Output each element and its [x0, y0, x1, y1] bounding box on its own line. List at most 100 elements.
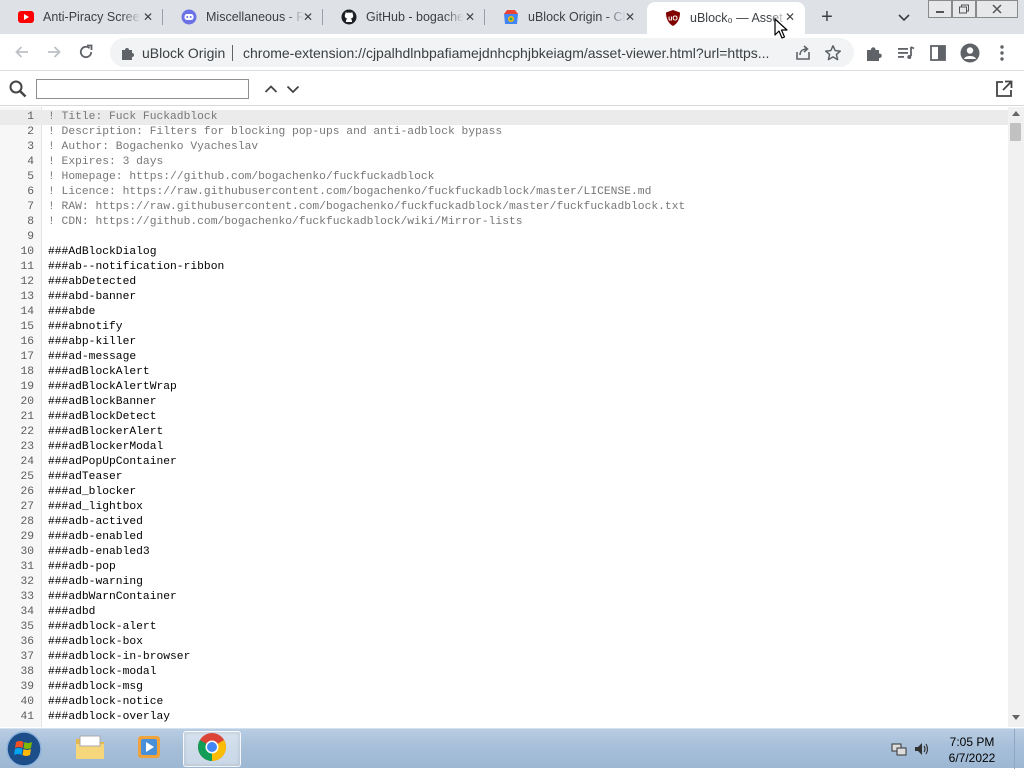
close-window-button[interactable]	[976, 0, 1018, 18]
tab-miscellaneous[interactable]: Miscellaneous - R ✕	[163, 0, 323, 34]
start-button[interactable]	[4, 730, 44, 768]
filter-rule: ###adBlockDetect	[48, 411, 157, 423]
taskbar-chrome[interactable]	[183, 731, 241, 767]
extensions-icon[interactable]	[864, 43, 884, 63]
open-in-new-tab-icon[interactable]	[994, 79, 1014, 99]
line-number: 22	[20, 426, 34, 438]
close-tab-icon[interactable]: ✕	[301, 10, 315, 24]
line-number: 29	[20, 531, 34, 543]
bookmark-star-icon[interactable]	[824, 44, 842, 62]
code-line: 15 ###abnotify	[0, 320, 1008, 335]
minimize-button[interactable]	[928, 0, 952, 18]
find-next-icon[interactable]	[285, 81, 301, 97]
filter-rule: ###ad_lightbox	[48, 501, 143, 513]
side-panel-icon[interactable]	[928, 43, 948, 63]
filter-rule: ###abp-killer	[48, 336, 137, 348]
close-tab-icon[interactable]: ✕	[463, 10, 477, 24]
code-line: 28 ###adb-actived	[0, 515, 1008, 530]
tab-ublock-webstore[interactable]: uBlock Origin - Ch ✕	[485, 0, 645, 34]
scroll-up-arrow-icon[interactable]	[1012, 110, 1020, 116]
code-comment: ! Description: Filters for blocking pop-…	[48, 126, 503, 138]
tab-github[interactable]: GitHub - bogache ✕	[323, 0, 485, 34]
url-text[interactable]: chrome-extension://cjpalhdlnbpafiamejdnh…	[243, 45, 778, 61]
site-label: uBlock Origin	[142, 45, 226, 61]
code-line: 5 ! Homepage: https://github.com/bogachen…	[0, 170, 1008, 185]
profile-avatar[interactable]	[960, 43, 980, 63]
volume-icon[interactable]	[914, 741, 930, 757]
new-tab-button[interactable]: +	[817, 7, 837, 27]
code-line: 30 ###adb-enabled3	[0, 545, 1008, 560]
filter-rule: ###ab--notification-ribbon	[48, 261, 225, 273]
search-input[interactable]	[36, 79, 249, 99]
reload-button[interactable]	[76, 42, 96, 62]
filter-rule: ###adb-warning	[48, 576, 143, 588]
filter-rule: ###ad-message	[48, 351, 137, 363]
filter-rule: ###adbd	[48, 606, 96, 618]
code-line: 26 ###ad_blocker	[0, 485, 1008, 500]
media-player-icon	[135, 733, 165, 766]
line-number: 4	[27, 156, 34, 168]
puzzle-icon	[120, 45, 136, 61]
address-bar[interactable]: uBlock Origin chrome-extension://cjpalhd…	[110, 38, 854, 67]
search-icon[interactable]	[8, 79, 28, 99]
tab-strip: Anti-Piracy Screen ✕ Miscellaneous - R ✕…	[0, 0, 1024, 34]
code-line: 11 ###ab--notification-ribbon	[0, 260, 1008, 275]
code-line: 20 ###adBlockBanner	[0, 395, 1008, 410]
line-number: 40	[20, 696, 34, 708]
line-number: 6	[27, 186, 34, 198]
system-clock[interactable]: 7:05 PM 6/7/2022	[936, 734, 1008, 766]
back-button[interactable]	[12, 42, 32, 62]
scroll-down-arrow-icon[interactable]	[1012, 715, 1020, 721]
line-number: 11	[20, 261, 34, 273]
forward-button[interactable]	[44, 42, 64, 62]
code-line: 13 ###abd-banner	[0, 290, 1008, 305]
taskbar-media-player[interactable]	[121, 731, 179, 767]
find-previous-icon[interactable]	[263, 81, 279, 97]
close-tab-icon[interactable]: ✕	[623, 10, 637, 24]
vertical-scrollbar[interactable]	[1008, 107, 1024, 727]
tab-anti-piracy[interactable]: Anti-Piracy Screen ✕	[0, 0, 163, 34]
code-line: 35 ###adblock-alert	[0, 620, 1008, 635]
code-line: 41 ###adblock-overlay	[0, 710, 1008, 725]
taskbar-file-explorer[interactable]	[61, 731, 119, 767]
line-number: 26	[20, 486, 34, 498]
code-line: 22 ###adBlockerAlert	[0, 425, 1008, 440]
filter-rule: ###abnotify	[48, 321, 123, 333]
scrollbar-thumb[interactable]	[1010, 123, 1021, 141]
filter-rule: ###adblock-alert	[48, 621, 157, 633]
network-icon[interactable]	[891, 741, 907, 757]
show-desktop-button[interactable]	[1014, 729, 1024, 769]
filter-rule: ###abde	[48, 306, 96, 318]
code-line: 8 ! CDN: https://github.com/bogachenko/fu…	[0, 215, 1008, 230]
filter-rule: ###adblock-in-browser	[48, 651, 191, 663]
restore-button[interactable]	[952, 0, 976, 18]
tab-search-icon[interactable]	[896, 9, 912, 25]
tab-title: GitHub - bogache	[366, 10, 464, 24]
line-number: 27	[20, 501, 34, 513]
line-number: 31	[20, 561, 34, 573]
code-comment: ! Title: Fuck Fuckadblock	[48, 111, 218, 123]
filter-rule: ###ad_blocker	[48, 486, 137, 498]
menu-kebab-icon[interactable]	[992, 43, 1012, 63]
code-lines: 1 ! Title: Fuck Fuckadblock 2 ! Description…	[0, 110, 1008, 725]
close-tab-icon[interactable]: ✕	[141, 10, 155, 24]
clock-date: 6/7/2022	[948, 751, 996, 765]
line-number: 37	[20, 651, 34, 663]
filter-rule: ###adblock-box	[48, 636, 143, 648]
filter-rule: ###adb-enabled	[48, 531, 143, 543]
code-line: 17 ###ad-message	[0, 350, 1008, 365]
line-number: 19	[20, 381, 34, 393]
clock-time: 7:05 PM	[949, 735, 995, 749]
code-comment: ! Expires: 3 days	[48, 156, 164, 168]
code-line: 10 ###AdBlockDialog	[0, 245, 1008, 260]
line-number: 35	[20, 621, 34, 633]
line-number: 12	[20, 276, 34, 288]
code-line: 3 ! Author: Bogachenko Vyacheslav	[0, 140, 1008, 155]
filter-rule: ###adbWarnContainer	[48, 591, 177, 603]
share-icon[interactable]	[794, 44, 812, 62]
filter-rule: ###adPopUpContainer	[48, 456, 177, 468]
line-number: 14	[20, 306, 34, 318]
filter-rule: ###adblock-overlay	[48, 711, 171, 723]
line-number: 41	[20, 711, 34, 723]
media-controls-icon[interactable]	[896, 43, 916, 63]
